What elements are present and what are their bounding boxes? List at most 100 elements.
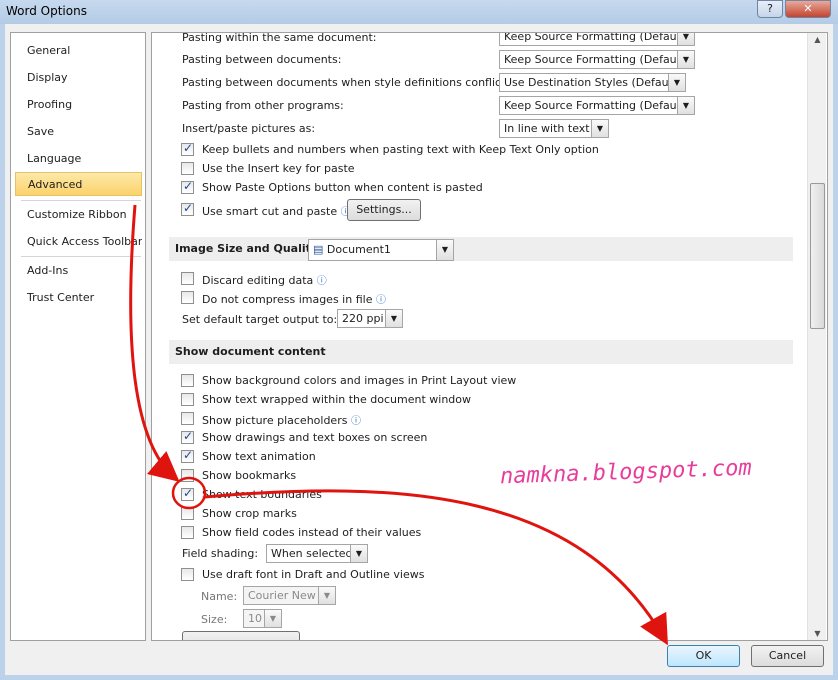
paste-label: Pasting between documents:: [182, 53, 342, 66]
checkbox-label: Show text boundaries: [202, 488, 322, 501]
checkbox-label: Show text wrapped within the document wi…: [202, 393, 471, 406]
label-text: Use smart cut and paste: [202, 205, 338, 218]
title-bar: Word Options ? ✕: [0, 0, 838, 24]
close-button[interactable]: ✕: [785, 0, 831, 18]
paste-between-docs-select[interactable]: Keep Source Formatting (Default) ▼: [499, 50, 695, 69]
nav-save[interactable]: Save: [15, 120, 142, 144]
nav-proofing[interactable]: Proofing: [15, 93, 142, 117]
scroll-thumb[interactable]: [810, 183, 825, 329]
nav-trust-center[interactable]: Trust Center: [15, 286, 142, 310]
label-text: Discard editing data: [202, 274, 314, 287]
info-icon: ⓘ: [350, 416, 361, 427]
keep-bullets-checkbox[interactable]: [181, 141, 194, 156]
chevron-down-icon: ▼: [677, 51, 694, 68]
show-checkbox[interactable]: [181, 526, 194, 539]
checkbox-label: Show drawings and text boxes on screen: [202, 431, 428, 444]
chevron-down-icon: ▼: [385, 310, 402, 327]
show-checkbox[interactable]: [181, 393, 194, 406]
nav-customize-ribbon[interactable]: Customize Ribbon: [15, 203, 142, 227]
nav-language[interactable]: Language: [15, 147, 142, 171]
checkbox-label: Discard editing data ⓘ: [202, 272, 327, 287]
paste-label: Pasting within the same document:: [182, 32, 377, 44]
info-icon: ⓘ: [375, 295, 386, 306]
chevron-down-icon: ▼: [318, 587, 335, 604]
select-value: Keep Source Formatting (Default): [504, 32, 689, 43]
show-checkbox[interactable]: [181, 429, 194, 444]
paste-other-programs-select[interactable]: Keep Source Formatting (Default) ▼: [499, 96, 695, 115]
select-value: 220 ppi: [342, 312, 384, 325]
select-value: Courier New: [248, 589, 316, 602]
font-name-select[interactable]: Courier New ▼: [243, 586, 336, 605]
no-compress-checkbox[interactable]: [181, 291, 194, 304]
show-content-section-header: Show document content: [169, 340, 793, 364]
info-icon: ⓘ: [316, 276, 327, 287]
show-checkbox[interactable]: [181, 448, 194, 463]
chevron-down-icon: ▼: [436, 240, 453, 260]
nav-general[interactable]: General: [15, 39, 142, 63]
nav-advanced[interactable]: Advanced: [15, 172, 142, 196]
nav-quick-access-toolbar[interactable]: Quick Access Toolbar: [15, 230, 142, 254]
checkbox-label: Use the Insert key for paste: [202, 162, 355, 175]
image-section-header: Image Size and Quality: [169, 237, 793, 261]
field-shading-select[interactable]: When selected ▼: [266, 544, 368, 563]
checkbox-label: Show field codes instead of their values: [202, 526, 422, 539]
scroll-down-icon[interactable]: ▼: [808, 629, 827, 638]
show-text-boundaries-checkbox[interactable]: [181, 486, 194, 501]
chevron-down-icon: ▼: [668, 74, 685, 91]
paste-label: Pasting between documents when style def…: [182, 76, 510, 89]
select-value: Document1: [326, 243, 391, 256]
checkbox-label: Show background colors and images in Pri…: [202, 374, 517, 387]
section-title: Image Size and Quality: [175, 242, 319, 255]
draft-font-checkbox[interactable]: [181, 568, 194, 581]
chevron-down-icon: ▼: [350, 545, 367, 562]
window-title: Word Options: [6, 4, 87, 18]
paste-same-doc-select[interactable]: Keep Source Formatting (Default) ▼: [499, 32, 695, 46]
chevron-down-icon: ▼: [677, 33, 694, 45]
checkbox-label: Do not compress images in file ⓘ: [202, 291, 386, 306]
show-checkbox[interactable]: [181, 412, 194, 425]
select-value: In line with text: [504, 122, 590, 135]
checkbox-label: Use smart cut and paste ⓘ: [202, 203, 351, 218]
cancel-button[interactable]: Cancel: [751, 645, 824, 667]
show-checkbox[interactable]: [181, 374, 194, 387]
smart-cut-checkbox[interactable]: [181, 201, 194, 216]
nav-display[interactable]: Display: [15, 66, 142, 90]
nav-add-ins[interactable]: Add-Ins: [15, 259, 142, 283]
discard-editing-checkbox[interactable]: [181, 272, 194, 285]
select-value: Use Destination Styles (Default): [504, 76, 681, 89]
partial-button[interactable]: [182, 631, 300, 640]
chevron-down-icon: ▼: [591, 120, 608, 137]
nav-divider: [21, 256, 141, 257]
insert-key-checkbox[interactable]: [181, 162, 194, 175]
paste-label: Insert/paste pictures as:: [182, 122, 316, 135]
checkbox-label: Use draft font in Draft and Outline view…: [202, 568, 425, 581]
options-content: Pasting within the same document: Keep S…: [151, 32, 828, 641]
image-document-select[interactable]: ▤ Document1 ▼: [308, 239, 454, 261]
font-size-select[interactable]: 10 ▼: [243, 609, 282, 628]
font-name-label: Name:: [201, 590, 238, 603]
target-output-label: Set default target output to:: [182, 313, 338, 326]
checkbox-label: Keep bullets and numbers when pasting te…: [202, 143, 599, 156]
field-shading-label: Field shading:: [182, 547, 259, 560]
label-text: Do not compress images in file: [202, 293, 373, 306]
show-checkbox[interactable]: [181, 507, 194, 520]
settings-button[interactable]: Settings...: [347, 199, 421, 221]
select-value: 10: [248, 612, 262, 625]
scrollbar[interactable]: ▲ ▼: [807, 33, 826, 640]
chevron-down-icon: ▼: [264, 610, 281, 627]
scroll-up-icon[interactable]: ▲: [808, 35, 827, 44]
show-checkbox[interactable]: [181, 469, 194, 482]
select-value: Keep Source Formatting (Default): [504, 53, 689, 66]
checkbox-label: Show bookmarks: [202, 469, 297, 482]
section-title: Show document content: [175, 345, 326, 358]
ok-button[interactable]: OK: [667, 645, 740, 667]
paste-style-conflict-select[interactable]: Use Destination Styles (Default) ▼: [499, 73, 686, 92]
paste-pictures-select[interactable]: In line with text ▼: [499, 119, 609, 138]
checkbox-label: Show picture placeholders ⓘ: [202, 412, 361, 427]
checkbox-label: Show text animation: [202, 450, 316, 463]
target-output-select[interactable]: 220 ppi ▼: [337, 309, 403, 328]
paste-options-checkbox[interactable]: [181, 179, 194, 194]
document-icon: ▤: [313, 243, 327, 256]
select-value: Keep Source Formatting (Default): [504, 99, 689, 112]
help-button[interactable]: ?: [757, 0, 783, 18]
